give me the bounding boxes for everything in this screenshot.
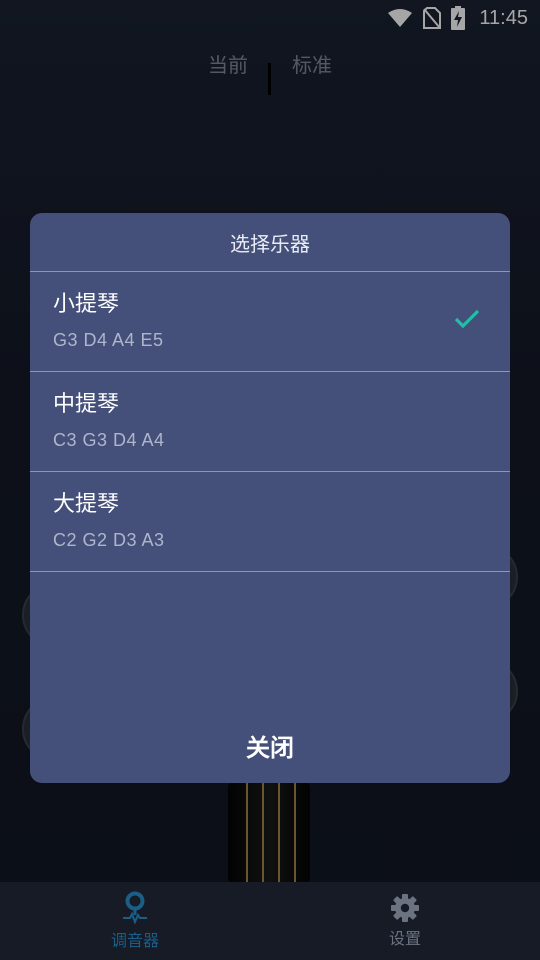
instrument-notes: C2 G2 D3 A3 [53,530,165,550]
gear-icon [391,894,419,922]
dialog-title: 选择乐器 [30,213,510,272]
instrument-notes: C3 G3 D4 A4 [53,430,165,450]
instrument-option-viola[interactable]: 中提琴 C3 G3 D4 A4 [30,372,510,472]
nav-item-tuner[interactable]: 调音器 [0,882,270,960]
instrument-option-cello[interactable]: 大提琴 C2 G2 D3 A3 [30,472,510,572]
nav-label-settings: 设置 [388,929,421,948]
tuner-pin-icon [123,891,147,925]
nav-item-settings[interactable]: 设置 [270,882,540,960]
nav-label-tuner: 调音器 [110,931,159,950]
close-button[interactable]: 关闭 [30,707,510,783]
instrument-option-violin[interactable]: 小提琴 G3 D4 A4 E5 [30,272,510,372]
instrument-name: 小提琴 [53,292,120,317]
bottom-nav: 调音器 设置 [0,882,540,960]
instrument-notes: G3 D4 A4 E5 [53,330,164,350]
check-icon [454,309,480,329]
instrument-dialog: 选择乐器 小提琴 G3 D4 A4 E5 中提琴 C3 G3 D4 A4 大提琴… [30,213,510,783]
instrument-name: 中提琴 [53,392,120,417]
instrument-name: 大提琴 [53,492,120,517]
